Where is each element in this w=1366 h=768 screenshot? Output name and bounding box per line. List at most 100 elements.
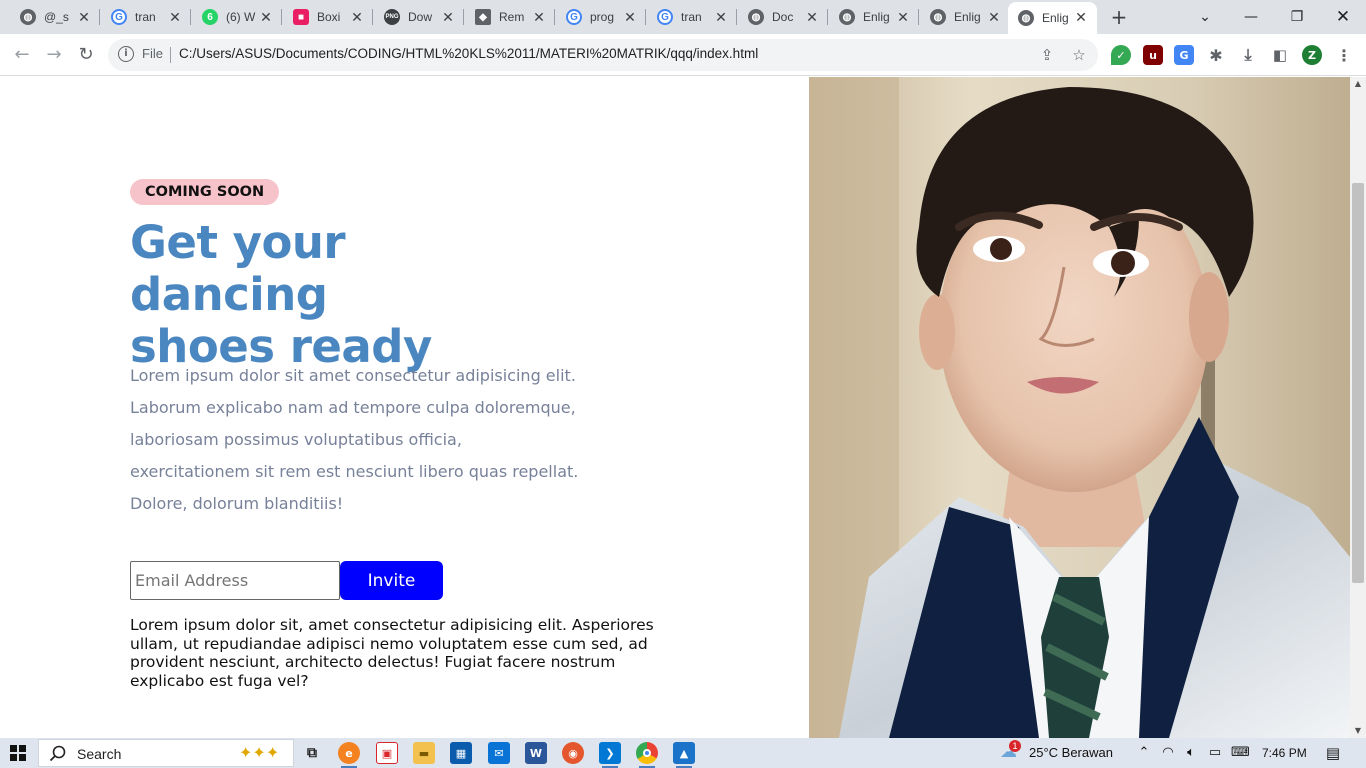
portrait-photo bbox=[809, 77, 1350, 738]
restore-button[interactable]: ❐ bbox=[1274, 0, 1320, 34]
browser-tab[interactable]: ◍ Enlig ✕ bbox=[829, 0, 919, 34]
globe-icon: ◍ bbox=[20, 9, 36, 25]
tab-title: Dow bbox=[408, 10, 433, 24]
url-text[interactable]: C:/Users/ASUS/Documents/CODING/HTML%20KL… bbox=[179, 46, 758, 61]
browser-tab[interactable]: G tran ✕ bbox=[647, 0, 737, 34]
search-label: Search bbox=[77, 746, 122, 762]
vscode-icon[interactable]: ❯ bbox=[599, 742, 621, 768]
taskbar-search-box[interactable]: Search ✦✦✦ bbox=[38, 739, 294, 767]
tab-title: @_s bbox=[44, 10, 69, 24]
layers-icon: ◆ bbox=[475, 9, 491, 25]
tab-title: Doc bbox=[772, 10, 794, 24]
start-button[interactable] bbox=[0, 738, 36, 768]
close-tab-icon[interactable]: ✕ bbox=[622, 9, 638, 25]
word-icon[interactable]: W bbox=[525, 742, 547, 764]
forward-arrow-icon[interactable]: → bbox=[42, 43, 66, 67]
globe-icon: ◍ bbox=[839, 9, 855, 25]
close-tab-icon[interactable]: ✕ bbox=[76, 9, 92, 25]
battery-icon[interactable]: ▭ bbox=[1207, 745, 1223, 760]
scheme-label: File bbox=[142, 46, 163, 61]
browser-tab[interactable]: G tran ✕ bbox=[101, 0, 191, 34]
hero-title: Get your dancing shoes ready bbox=[130, 217, 550, 373]
ublock-extension-icon[interactable]: u bbox=[1143, 45, 1163, 65]
task-view-icon[interactable]: ⧉ bbox=[301, 742, 323, 764]
notifications-icon[interactable]: ▤ bbox=[1325, 744, 1341, 762]
browser-tab-active[interactable]: ◍ Enlig ✕ bbox=[1008, 2, 1097, 34]
mail-icon[interactable]: ✉ bbox=[488, 742, 510, 764]
tab-title: Enlig bbox=[954, 10, 981, 24]
google-icon: G bbox=[566, 9, 582, 25]
store-icon[interactable]: ▦ bbox=[450, 742, 472, 764]
info-icon[interactable]: i bbox=[118, 46, 134, 62]
edge-browser-icon[interactable]: e bbox=[338, 742, 360, 768]
extensions-puzzle-icon[interactable]: ✱ bbox=[1206, 45, 1226, 65]
photos-icon[interactable]: ▲ bbox=[673, 742, 695, 768]
hero-description: Lorem ipsum dolor sit amet consectetur a… bbox=[130, 360, 600, 520]
scrollbar-thumb[interactable] bbox=[1352, 183, 1364, 583]
browser-tab[interactable]: ◍ Enlig ✕ bbox=[920, 0, 1010, 34]
close-tab-icon[interactable]: ✕ bbox=[440, 9, 456, 25]
globe-icon: ◍ bbox=[930, 9, 946, 25]
scroll-up-arrow-icon[interactable]: ▲ bbox=[1350, 77, 1366, 91]
close-tab-icon[interactable]: ✕ bbox=[531, 9, 547, 25]
address-bar[interactable]: i File C:/Users/ASUS/Documents/CODING/HT… bbox=[108, 39, 1098, 71]
browser-tab[interactable]: G prog ✕ bbox=[556, 0, 646, 34]
back-arrow-icon[interactable]: ← bbox=[10, 43, 34, 67]
app-icon[interactable]: ◉ bbox=[562, 742, 584, 764]
search-icon bbox=[49, 745, 66, 762]
file-explorer-icon[interactable]: ▬ bbox=[413, 742, 435, 764]
language-icon[interactable]: ⌨ bbox=[1231, 745, 1250, 760]
close-tab-icon[interactable]: ✕ bbox=[258, 9, 274, 25]
tab-title: tran bbox=[681, 10, 702, 24]
google-icon: G bbox=[111, 9, 127, 25]
invite-button[interactable]: Invite bbox=[340, 561, 443, 600]
footer-text: Lorem ipsum dolor sit, amet consectetur … bbox=[130, 616, 654, 690]
volume-icon[interactable]: 🔈︎ bbox=[1183, 745, 1199, 760]
clock[interactable]: 7:46 PM bbox=[1262, 746, 1307, 760]
weather-text[interactable]: 25°C Berawan bbox=[1029, 745, 1113, 760]
description-line: exercitationem sit rem est nesciunt libe… bbox=[130, 462, 579, 481]
gift-app-icon[interactable]: ▣ bbox=[376, 742, 398, 764]
google-icon: G bbox=[657, 9, 673, 25]
minimize-button[interactable]: — bbox=[1228, 0, 1274, 34]
tab-title: Enlig bbox=[1042, 11, 1069, 25]
new-tab-button[interactable]: + bbox=[1108, 6, 1130, 28]
download-icon[interactable]: ⤓ bbox=[1238, 45, 1258, 65]
browser-tab[interactable]: PNG Dow ✕ bbox=[374, 0, 464, 34]
side-panel-icon[interactable]: ◧ bbox=[1270, 45, 1290, 65]
tab-strip: ◍ @_s ✕ G tran ✕ 6 (6) W ✕ ■ Boxi ✕ PNG … bbox=[0, 0, 1366, 34]
chrome-icon[interactable] bbox=[636, 742, 658, 768]
browser-tab[interactable]: ■ Boxi ✕ bbox=[283, 0, 373, 34]
description-line: Lorem ipsum dolor sit amet consectetur a… bbox=[130, 366, 576, 385]
scroll-down-arrow-icon[interactable]: ▼ bbox=[1350, 724, 1366, 738]
close-window-button[interactable]: ✕ bbox=[1320, 0, 1366, 34]
coming-soon-badge: COMING SOON bbox=[130, 179, 280, 205]
bookmark-star-icon[interactable]: ☆ bbox=[1070, 46, 1088, 64]
wifi-icon[interactable]: ◠ bbox=[1160, 745, 1176, 760]
web-page: COMING SOON Get your dancing shoes ready… bbox=[0, 77, 1350, 738]
reload-icon[interactable]: ↻ bbox=[74, 43, 98, 67]
close-tab-icon[interactable]: ✕ bbox=[1073, 9, 1089, 25]
close-tab-icon[interactable]: ✕ bbox=[895, 9, 911, 25]
tab-search-chevron-icon[interactable]: ⌄ bbox=[1182, 0, 1228, 34]
page-scrollbar[interactable]: ▲ ▼ bbox=[1350, 77, 1366, 738]
browser-tab[interactable]: 6 (6) W ✕ bbox=[192, 0, 282, 34]
share-icon[interactable]: ⇪ bbox=[1038, 46, 1056, 64]
email-input[interactable] bbox=[130, 561, 340, 600]
close-tab-icon[interactable]: ✕ bbox=[349, 9, 365, 25]
close-tab-icon[interactable]: ✕ bbox=[167, 9, 183, 25]
browser-tab[interactable]: ◍ Doc ✕ bbox=[738, 0, 828, 34]
globe-icon: ◍ bbox=[748, 9, 764, 25]
close-tab-icon[interactable]: ✕ bbox=[986, 9, 1002, 25]
menu-kebab-icon[interactable]: ⋮ bbox=[1334, 45, 1354, 65]
browser-tab[interactable]: ◆ Rem ✕ bbox=[465, 0, 555, 34]
chevron-up-icon[interactable]: ⌃ bbox=[1136, 745, 1152, 760]
browser-tab[interactable]: ◍ @_s ✕ bbox=[10, 0, 100, 34]
tab-title: Enlig bbox=[863, 10, 890, 24]
close-tab-icon[interactable]: ✕ bbox=[713, 9, 729, 25]
weather-notification-badge: 1 bbox=[1009, 740, 1021, 752]
shield-extension-icon[interactable]: ✓ bbox=[1111, 45, 1131, 65]
profile-avatar[interactable]: Z bbox=[1302, 45, 1322, 65]
google-translate-icon[interactable]: G bbox=[1174, 45, 1194, 65]
close-tab-icon[interactable]: ✕ bbox=[804, 9, 820, 25]
